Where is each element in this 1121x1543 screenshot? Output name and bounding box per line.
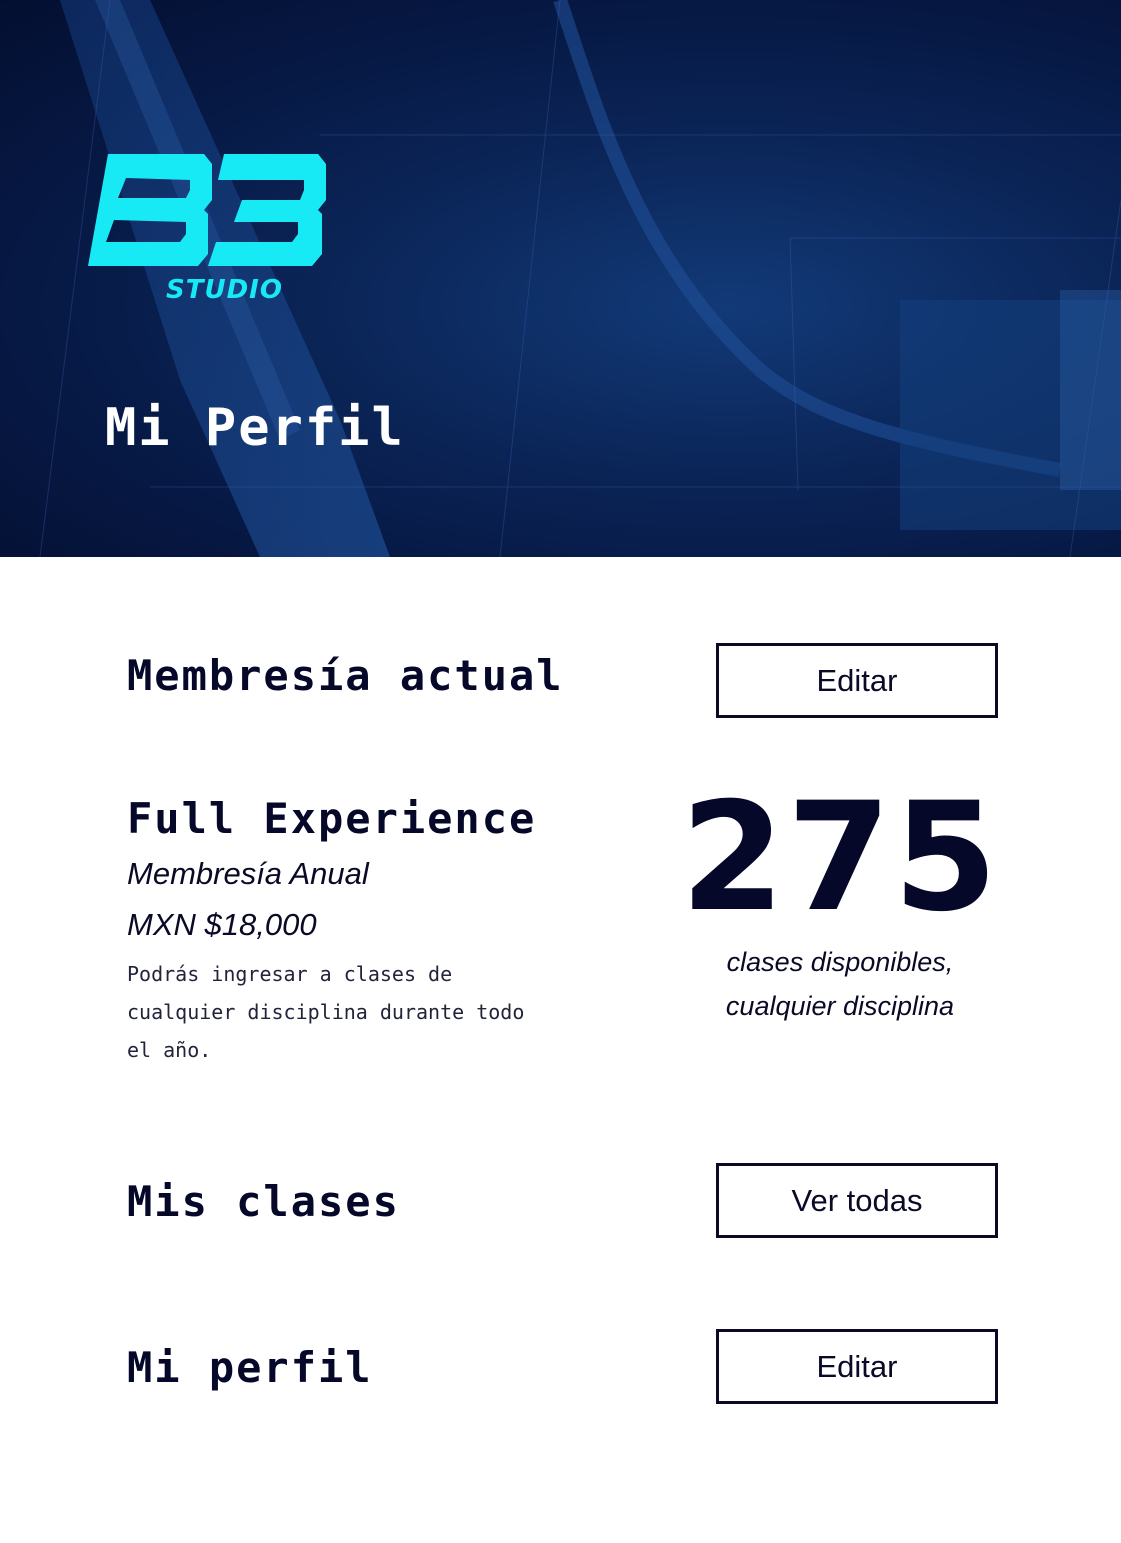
classes-section-title: Mis clases [127,1177,400,1226]
b3-studio-logo[interactable]: STUDIO [86,150,331,302]
available-classes-caption: clases disponibles, cualquier disciplina [660,940,1020,1028]
plan-type: Membresía Anual [127,856,369,891]
membership-section-title: Membresía actual [127,651,564,700]
hero-banner: STUDIO Mi Perfil [0,0,1121,557]
b3-logo-icon: STUDIO [88,154,326,302]
plan-description: Podrás ingresar a clases de cualquier di… [127,962,525,1062]
available-classes-caption-line1: clases disponibles, [726,947,954,977]
logo-subtext: STUDIO [166,275,283,302]
edit-profile-button[interactable]: Editar [716,1329,998,1404]
edit-membership-button[interactable]: Editar [716,643,998,718]
profile-section-title: Mi perfil [127,1343,373,1392]
view-all-classes-button[interactable]: Ver todas [716,1163,998,1238]
available-classes-count: 275 [680,771,1000,945]
plan-name: Full Experience [127,794,537,843]
plan-price: MXN $18,000 [127,907,317,942]
page-title: Mi Perfil [105,398,405,458]
available-classes-caption-line2: cualquier disciplina [725,991,955,1021]
